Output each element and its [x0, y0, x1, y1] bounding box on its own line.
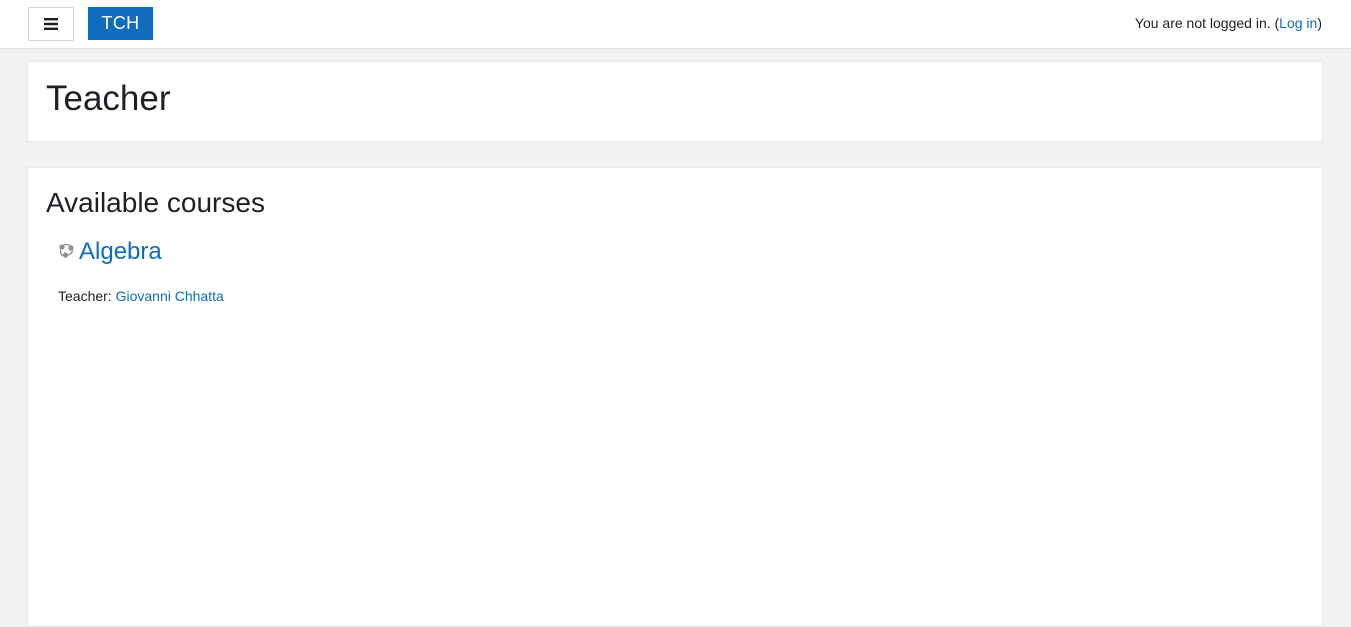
top-navbar: TCH You are not logged in. (Log in)	[0, 0, 1351, 49]
teacher-label: Teacher:	[58, 288, 116, 304]
hamburger-icon	[44, 18, 58, 30]
login-info: You are not logged in. (Log in)	[1135, 14, 1322, 32]
side-panel-toggle-button[interactable]	[28, 7, 74, 41]
log-in-link[interactable]: Log in	[1279, 15, 1317, 31]
available-courses-heading: Available courses	[46, 187, 265, 218]
login-status-suffix: )	[1317, 15, 1322, 31]
main-content: Available courses Algebra Teacher: Giova…	[27, 167, 1323, 627]
course-link-algebra[interactable]: Algebra	[79, 237, 162, 267]
teacher-name-link[interactable]: Giovanni Chhatta	[116, 288, 224, 304]
course-icon	[59, 243, 74, 258]
page-title: Teacher	[46, 79, 171, 118]
course-item: Algebra Teacher: Giovanni Chhatta	[58, 236, 658, 305]
course-teacher: Teacher: Giovanni Chhatta	[58, 287, 658, 305]
login-status-prefix: You are not logged in. (	[1134, 15, 1280, 31]
page-header: Teacher	[27, 61, 1323, 142]
course-name-row: Algebra	[58, 236, 658, 268]
site-brand-link[interactable]: TCH	[88, 7, 153, 40]
